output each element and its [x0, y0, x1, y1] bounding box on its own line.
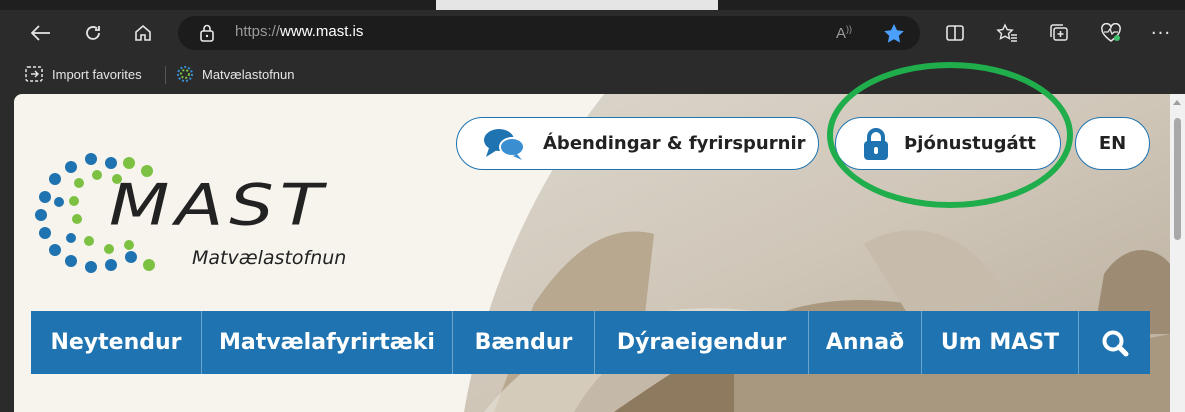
nav-item-label: Dýraeigendur [616, 330, 787, 355]
collections-icon[interactable] [1042, 16, 1076, 50]
favorites-icon[interactable] [990, 16, 1024, 50]
nav-item-label: Um MAST [940, 330, 1060, 355]
refresh-icon[interactable] [76, 16, 110, 50]
nav-item-matvaelafyrirtaeki[interactable]: Matvælafyrirtæki [202, 311, 453, 374]
service-portal-button[interactable]: Þjónustugátt [835, 117, 1061, 170]
url-text[interactable]: https://www.mast.is [235, 23, 363, 40]
tab-strip [0, 0, 1185, 10]
address-bar[interactable]: https://www.mast.is A)) [178, 16, 920, 50]
more-options-icon[interactable]: ··· [1144, 16, 1178, 50]
nav-item-annad[interactable]: Annað [809, 311, 922, 374]
nav-item-label: Matvælafyrirtæki [219, 330, 435, 355]
scrollbar-thumb[interactable] [1174, 118, 1181, 240]
import-favorites-label: Import favorites [52, 66, 142, 82]
nav-item-dyraeigendur[interactable]: Dýraeigendur [595, 311, 809, 374]
matvaelastofnun-favorite-link[interactable]: Matvælastofnun [176, 65, 295, 83]
nav-item-label: Neytendur [50, 330, 182, 355]
nav-item-um-mast[interactable]: Um MAST [922, 311, 1079, 374]
nav-item-neytendur[interactable]: Neytendur [31, 311, 202, 374]
favorites-divider [165, 66, 166, 84]
browser-toolbar: https://www.mast.is A)) ··· [0, 10, 1185, 56]
lock-icon[interactable] [199, 24, 215, 46]
feedback-button-label: Ábendingar & fyrirspurnir [543, 133, 806, 154]
favorites-bar: Import favorites Matvælastofnun [0, 56, 1185, 92]
scroll-up-arrow-icon[interactable] [1173, 100, 1181, 105]
logo-subtitle: Matvælastofnun [192, 247, 347, 269]
url-host: www.mast.is [280, 23, 364, 40]
service-portal-label: Þjónustugátt [904, 133, 1036, 154]
back-arrow-icon[interactable] [24, 16, 58, 50]
logo-wordmark: MAST [109, 171, 329, 239]
site-logo[interactable]: MAST Matvælastofnun [29, 149, 379, 279]
favorite-star-icon[interactable] [883, 23, 905, 47]
search-icon [1102, 330, 1128, 356]
tab-strip-segment [0, 0, 436, 10]
main-navigation: Neytendur Matvælafyrirtæki Bændur Dýraei… [31, 311, 1150, 374]
nav-item-label: Bændur [474, 330, 573, 355]
import-favorites-link[interactable]: Import favorites [24, 65, 142, 83]
language-switch-label: EN [1098, 133, 1127, 154]
split-screen-icon[interactable] [938, 16, 972, 50]
nav-item-baendur[interactable]: Bændur [453, 311, 595, 374]
import-favorites-icon [25, 66, 43, 82]
page-scrollbar[interactable] [1170, 94, 1185, 412]
mast-favicon [177, 66, 193, 82]
nav-item-label: Annað [825, 330, 905, 355]
chat-bubbles-icon [484, 128, 525, 160]
language-switch-button[interactable]: EN [1075, 117, 1150, 170]
search-button[interactable] [1079, 311, 1150, 374]
home-icon[interactable] [126, 16, 160, 50]
feedback-button[interactable]: Ábendingar & fyrirspurnir [456, 117, 819, 170]
browser-essentials-icon[interactable] [1094, 16, 1128, 50]
tab-strip-segment [718, 0, 1185, 10]
padlock-icon [864, 127, 888, 160]
matvaelastofnun-favorite-label: Matvælastofnun [202, 66, 295, 82]
url-scheme: https:// [235, 23, 281, 40]
page-viewport: MAST Matvælastofnun Ábendingar & fyrirsp… [14, 94, 1170, 412]
read-aloud-icon[interactable]: A)) [836, 24, 852, 42]
